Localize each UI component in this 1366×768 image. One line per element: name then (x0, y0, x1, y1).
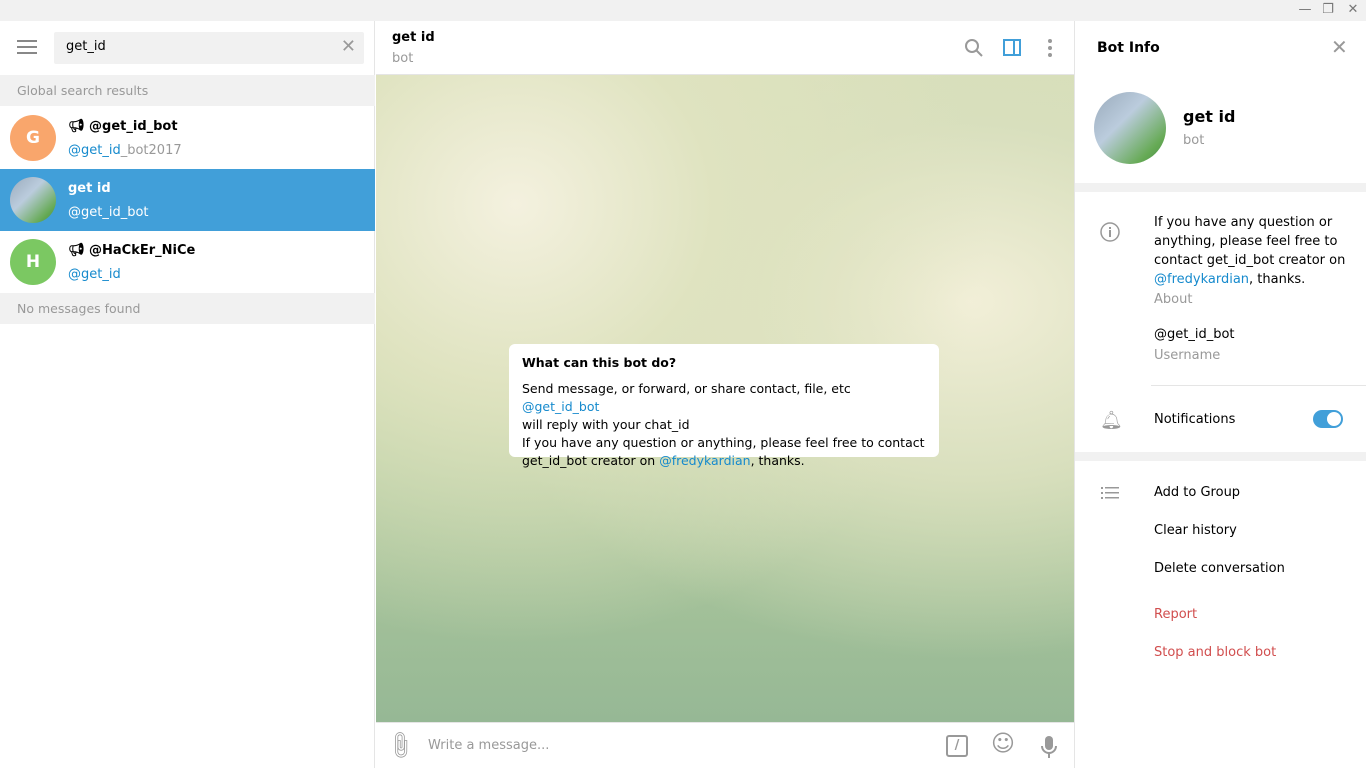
clear-search-icon[interactable]: ✕ (341, 36, 356, 57)
more-options-icon[interactable] (1040, 38, 1060, 58)
bot-link[interactable]: @get_id_bot (522, 399, 599, 414)
chat-area: get id bot What can this bot do? Send me… (376, 21, 1074, 768)
notifications-toggle[interactable] (1313, 410, 1343, 428)
card-text: will reply with your chat_id (522, 417, 690, 432)
bell-icon: 🔔︎ (1100, 410, 1123, 431)
bot-status: bot (1183, 133, 1205, 148)
attach-icon[interactable]: 📎︎ (383, 728, 418, 763)
username-value[interactable]: @get_id_bot (1154, 327, 1235, 342)
result-username-match: @get_id (68, 143, 121, 158)
emoji-icon[interactable]: ☺ (991, 731, 1015, 757)
result-title: @HaCkEr_NiCe (89, 243, 196, 258)
megaphone-icon: 📢︎ (68, 243, 90, 258)
close-window-button[interactable]: ✕ (1343, 2, 1363, 17)
clear-history-button[interactable]: Clear history (1154, 523, 1237, 538)
notifications-label: Notifications (1154, 412, 1236, 427)
bot-description-card: What can this bot do? Send message, or f… (509, 344, 939, 468)
username-label: Username (1154, 348, 1221, 363)
restore-button[interactable]: ❐ (1318, 2, 1338, 17)
sidebar-toggle-icon[interactable] (1002, 38, 1022, 58)
result-username-rest: _bot2017 (120, 143, 182, 158)
creator-link[interactable]: @fredykardian (1154, 272, 1249, 287)
microphone-icon[interactable] (1039, 735, 1059, 759)
message-input[interactable]: Write a message... (428, 738, 549, 753)
bot-info-panel: Bot Info ✕ get id bot If you have any qu… (1074, 21, 1366, 768)
divider (1075, 183, 1366, 192)
left-panel: get_id ✕ Global search results G 📢︎ @get_… (0, 21, 375, 768)
close-panel-icon[interactable]: ✕ (1331, 35, 1348, 59)
search-input[interactable]: get_id ✕ (54, 32, 364, 64)
divider (1075, 452, 1366, 461)
avatar: H (10, 239, 56, 285)
about-body: If you have any question or anything, pl… (1154, 215, 1346, 268)
card-text: get_id_bot creator on (522, 453, 660, 468)
hamburger-menu-icon[interactable] (17, 40, 37, 58)
search-result[interactable]: H 📢︎ @HaCkEr_NiCe @get_id (0, 231, 375, 293)
result-title: get id (68, 181, 111, 196)
message-composer: 📎︎ Write a message... / ☺ (376, 722, 1074, 768)
list-icon (1101, 487, 1119, 499)
chat-status: bot (392, 51, 414, 66)
stop-block-bot-button[interactable]: Stop and block bot (1154, 645, 1276, 660)
search-result-selected[interactable]: get id @get_id_bot (0, 169, 375, 231)
global-results-header: Global search results (0, 75, 375, 106)
divider (1151, 385, 1366, 386)
info-icon (1100, 222, 1120, 242)
bot-commands-icon[interactable]: / (946, 735, 968, 757)
card-text: If you have any question or anything, pl… (522, 435, 925, 450)
delete-conversation-button[interactable]: Delete conversation (1154, 561, 1285, 576)
report-button[interactable]: Report (1154, 607, 1197, 622)
about-end: , thanks. (1249, 272, 1306, 287)
search-icon[interactable] (964, 38, 984, 58)
search-result[interactable]: G 📢︎ @get_id_bot @get_id_bot2017 (0, 107, 375, 169)
result-username: @get_id_bot (68, 205, 149, 220)
card-text: Send message, or forward, or share conta… (522, 381, 851, 396)
bot-avatar[interactable] (1094, 92, 1166, 164)
about-label: About (1154, 292, 1193, 307)
search-value[interactable]: get_id (66, 39, 106, 54)
avatar: G (10, 115, 56, 161)
result-title: @get_id_bot (89, 119, 178, 134)
card-title: What can this bot do? (522, 355, 677, 370)
title-bar: — ❐ ✕ (0, 0, 1366, 21)
chat-header: get id bot (376, 21, 1074, 75)
chat-title[interactable]: get id (392, 30, 435, 45)
avatar (10, 177, 56, 223)
creator-link[interactable]: @fredykardian (659, 453, 750, 468)
card-text: , thanks. (750, 453, 805, 468)
chat-background: What can this bot do? Send message, or f… (376, 75, 1074, 722)
minimize-button[interactable]: — (1295, 2, 1315, 17)
result-username: @get_id (68, 267, 121, 282)
megaphone-icon: 📢︎ (68, 119, 90, 134)
about-text: If you have any question or anything, pl… (1154, 213, 1354, 289)
panel-title: Bot Info (1097, 40, 1160, 56)
add-to-group-button[interactable]: Add to Group (1154, 485, 1240, 500)
no-messages-label: No messages found (0, 293, 375, 324)
bot-name: get id (1183, 107, 1236, 126)
